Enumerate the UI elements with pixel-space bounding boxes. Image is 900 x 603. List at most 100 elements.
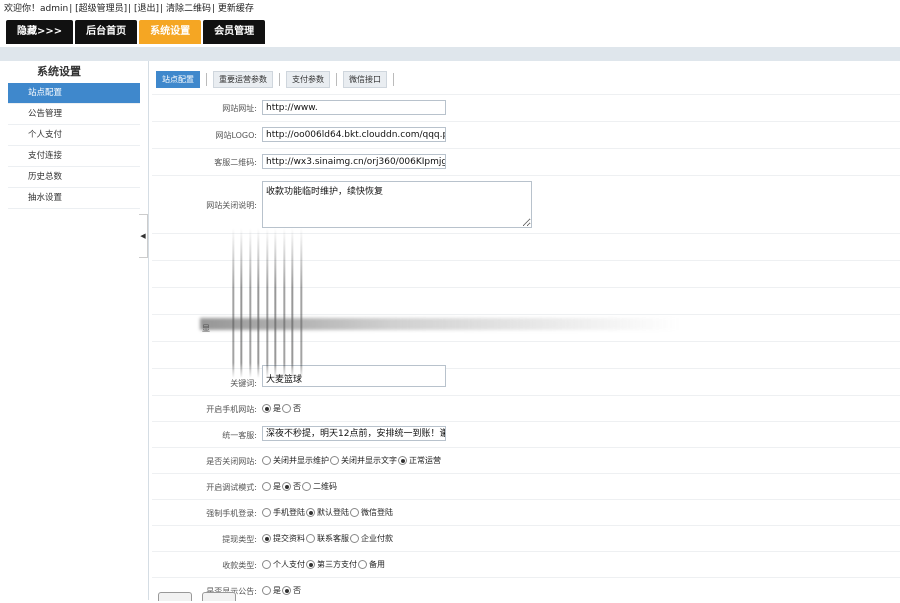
mobile-site-options: 是 否 — [262, 403, 302, 414]
main-panel: 站点配置 重要运营参数 支付参数 微信接口 网站网址: http://www. … — [152, 61, 900, 600]
tab-wechat-api[interactable]: 微信接口 — [343, 71, 387, 88]
radio-mobile-yes[interactable] — [262, 404, 271, 413]
tab-divider — [336, 73, 337, 86]
tab-divider — [393, 73, 394, 86]
tab-divider — [279, 73, 280, 86]
radio-close-maintenance[interactable] — [262, 456, 271, 465]
radio-label: 提交资料 — [273, 534, 305, 543]
close-site-options: 关闭并显示维护 关闭并显示文字 正常运营 — [262, 455, 442, 466]
radio-login-default[interactable] — [306, 508, 315, 517]
radio-label: 否 — [293, 404, 301, 413]
radio-login-wechat[interactable] — [350, 508, 359, 517]
radio-notice-yes[interactable] — [262, 586, 271, 595]
nav-hide-button[interactable]: 隐藏>>> — [6, 20, 74, 44]
radio-label: 否 — [293, 482, 301, 491]
radio-label: 正常运营 — [409, 456, 441, 465]
radio-notice-no[interactable] — [282, 586, 291, 595]
update-cache-link[interactable]: 更新缓存 — [218, 4, 254, 14]
form-row-mobile-site: 开启手机网站: 是 否 — [152, 395, 900, 421]
radio-label: 关闭并显示维护 — [273, 456, 329, 465]
settings-tabs: 站点配置 重要运营参数 支付参数 微信接口 — [156, 71, 400, 88]
logout-link[interactable]: [退出] — [134, 4, 159, 14]
nav-home-button[interactable]: 后台首页 — [75, 20, 138, 44]
sidebar: 系统设置 站点配置 公告管理 个人支付 支付连接 历史总数 抽水设置 — [0, 61, 149, 600]
welcome-text: 欢迎你！admin — [4, 4, 69, 14]
force-login-options: 手机登陆 默认登陆 微信登陆 — [262, 507, 394, 518]
clear-qrcode-link[interactable]: 清除二维码 — [166, 4, 211, 14]
chevron-left-icon: ◀ — [140, 232, 146, 240]
sidebar-item-personal-pay[interactable]: 个人支付 — [8, 125, 140, 146]
close-site-label: 是否关闭网站: — [206, 457, 257, 466]
radio-collect-third-party[interactable] — [306, 560, 315, 569]
site-url-input[interactable]: http://www. — [262, 100, 446, 115]
radio-label: 联系客服 — [317, 534, 349, 543]
radio-label: 是 — [273, 404, 281, 413]
radio-label: 微信登陆 — [361, 508, 393, 517]
radio-mobile-no[interactable] — [282, 404, 291, 413]
nav-members-button[interactable]: 会员管理 — [203, 20, 266, 44]
form-row-collect-type: 收款类型: 个人支付 第三方支付 备用 — [152, 551, 900, 577]
unified-reply-input[interactable]: 深夜不秒提，明天12点前，安排统一到账！谢谢配合 — [262, 426, 446, 441]
tab-site-config[interactable]: 站点配置 — [156, 71, 200, 88]
close-note-label: 网站关闭说明: — [206, 201, 257, 210]
header-divider-band — [0, 47, 900, 61]
radio-label: 否 — [293, 586, 301, 595]
form-row-glitched: 显 — [152, 314, 900, 341]
form-row-close-site: 是否关闭网站: 关闭并显示维护 关闭并显示文字 正常运营 — [152, 447, 900, 473]
top-nav: 隐藏>>> 后台首页 系统设置 会员管理 — [6, 20, 266, 44]
sidebar-title: 系统设置 — [37, 65, 81, 78]
form-row-service-qr: 客服二维码: http://wx3.sinaimg.cn/orj360/006K… — [152, 148, 900, 175]
welcome-bar: 欢迎你！admin| [超级管理员]| [退出]| 清除二维码| 更新缓存 — [4, 4, 254, 14]
radio-login-mobile[interactable] — [262, 508, 271, 517]
radio-label: 备用 — [369, 560, 385, 569]
form-row-withdraw-type: 提现类型: 提交资料 联系客服 企业付款 — [152, 525, 900, 551]
service-qr-input[interactable]: http://wx3.sinaimg.cn/orj360/006KIpmjgy — [262, 154, 446, 169]
radio-close-normal[interactable] — [398, 456, 407, 465]
radio-label: 个人支付 — [273, 560, 305, 569]
form-row-show-notice: 是否显示公告: 是 否 — [152, 577, 900, 603]
collect-type-options: 个人支付 第三方支付 备用 — [262, 559, 386, 570]
keywords-label: 关键词: — [230, 379, 257, 388]
sidebar-item-notice[interactable]: 公告管理 — [8, 104, 140, 125]
radio-debug-no[interactable] — [282, 482, 291, 491]
debug-mode-options: 是 否 二维码 — [262, 481, 338, 492]
keywords-input[interactable]: 大麦篮球 — [262, 365, 446, 387]
radio-withdraw-submit[interactable] — [262, 534, 271, 543]
radio-collect-backup[interactable] — [358, 560, 367, 569]
service-qr-label: 客服二维码: — [214, 158, 257, 167]
tab-payment-params[interactable]: 支付参数 — [286, 71, 330, 88]
radio-debug-qrcode[interactable] — [302, 482, 311, 491]
form-row-site-url: 网站网址: http://www. — [152, 94, 900, 121]
form-row-blank — [152, 341, 900, 368]
mobile-site-label: 开启手机网站: — [206, 405, 257, 414]
radio-label: 企业付款 — [361, 534, 393, 543]
settings-form: 网站网址: http://www. 网站LOGO: http://oo006ld… — [152, 94, 900, 603]
sidebar-item-commission[interactable]: 抽水设置 — [8, 188, 140, 209]
radio-close-text[interactable] — [330, 456, 339, 465]
radio-label: 二维码 — [313, 482, 337, 491]
collect-type-label: 收款类型: — [222, 561, 257, 570]
tab-operation-params[interactable]: 重要运营参数 — [213, 71, 273, 88]
close-note-textarea[interactable]: 收款功能临时维护，续快恢复 — [262, 181, 532, 228]
role-link[interactable]: [超级管理员] — [75, 4, 127, 14]
sidebar-item-site-config[interactable]: 站点配置 — [8, 83, 140, 104]
form-row-blank — [152, 233, 900, 260]
sidebar-collapse-toggle[interactable]: ◀ — [139, 214, 148, 258]
force-login-label: 强制手机登录: — [206, 509, 257, 518]
radio-label: 是 — [273, 482, 281, 491]
show-notice-options: 是 否 — [262, 585, 302, 596]
radio-label: 第三方支付 — [317, 560, 357, 569]
form-row-debug-mode: 开启调试模式: 是 否 二维码 — [152, 473, 900, 499]
sidebar-item-pay-link[interactable]: 支付连接 — [8, 146, 140, 167]
radio-collect-personal[interactable] — [262, 560, 271, 569]
form-row-unified-reply: 统一客服: 深夜不秒提，明天12点前，安排统一到账！谢谢配合 — [152, 421, 900, 447]
radio-withdraw-service[interactable] — [306, 534, 315, 543]
glitched-label: 显 — [202, 324, 210, 333]
radio-debug-yes[interactable] — [262, 482, 271, 491]
nav-settings-button[interactable]: 系统设置 — [139, 20, 202, 44]
site-logo-input[interactable]: http://oo006ld64.bkt.clouddn.com/qqq.png — [262, 127, 446, 142]
form-row-blank — [152, 287, 900, 314]
form-row-site-logo: 网站LOGO: http://oo006ld64.bkt.clouddn.com… — [152, 121, 900, 148]
sidebar-item-history[interactable]: 历史总数 — [8, 167, 140, 188]
radio-withdraw-enterprise[interactable] — [350, 534, 359, 543]
